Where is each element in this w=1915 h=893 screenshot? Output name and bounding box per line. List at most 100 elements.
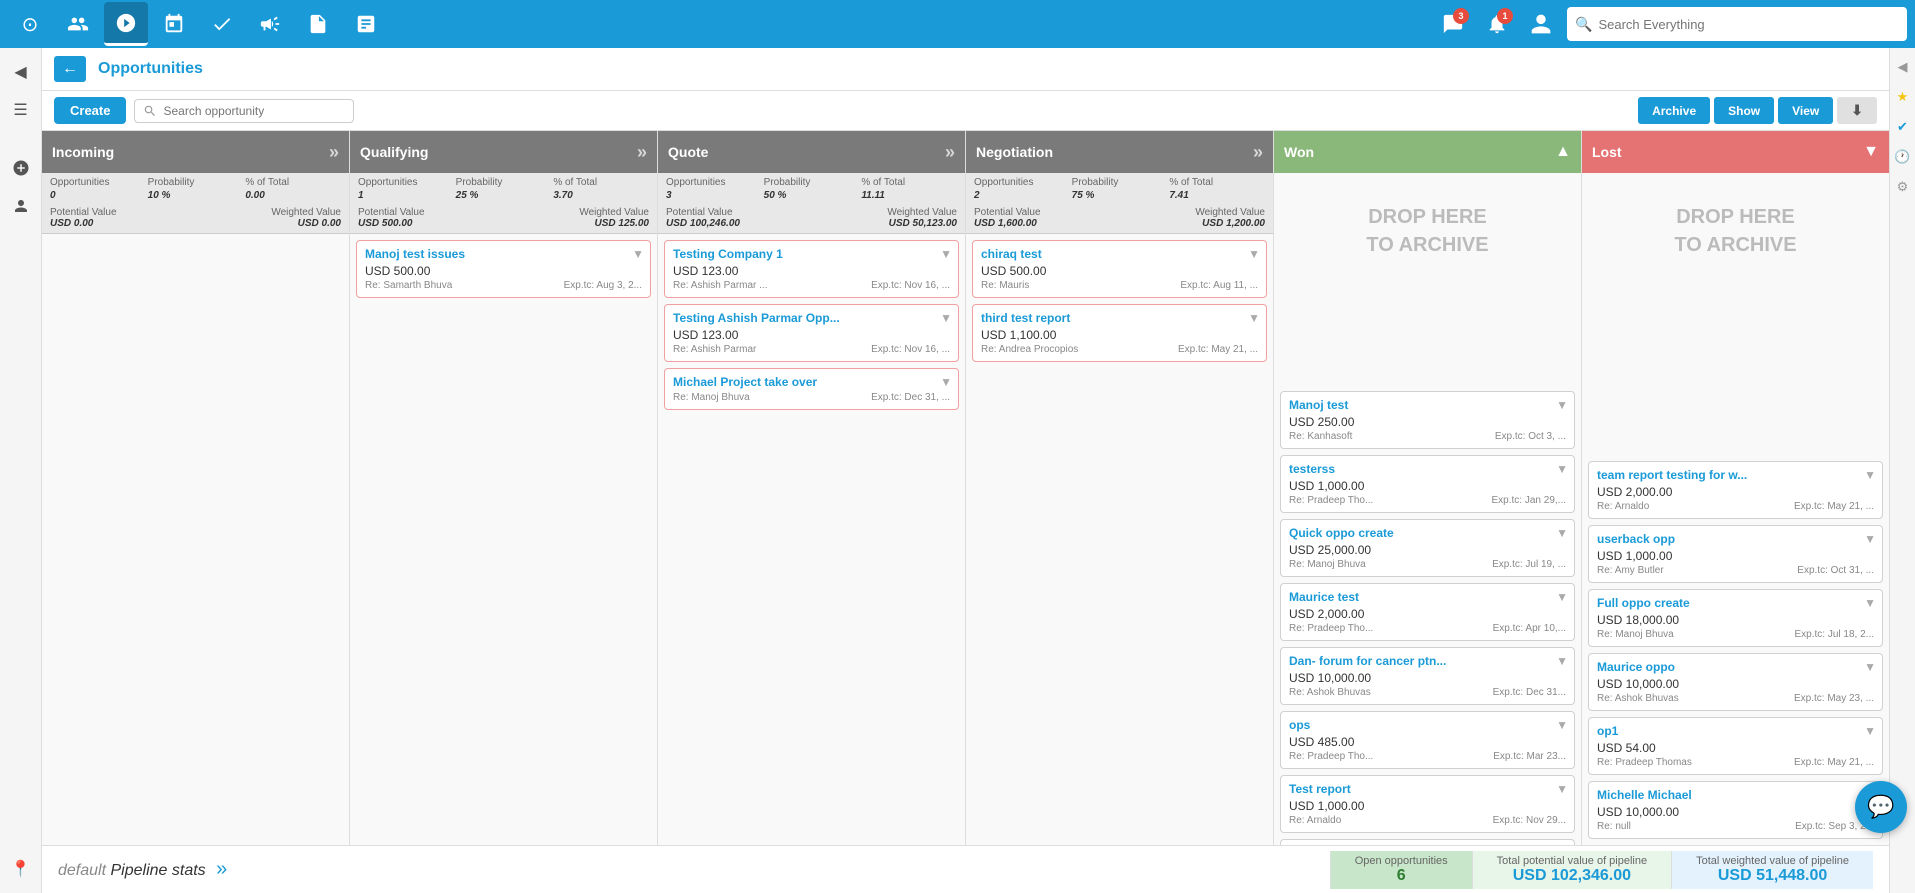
quote-stats: Opportunities Probability % of Total 3 5… — [658, 173, 965, 205]
card-third-test-report[interactable]: third test report USD 1,100.00 Re: Andre… — [972, 304, 1267, 362]
card-michael-project[interactable]: Michael Project take over Re: Manoj Bhuv… — [664, 368, 959, 410]
right-sidebar-clock-icon[interactable]: 🕐 — [1892, 146, 1914, 168]
lost-drop-zone[interactable]: DROP HERETO ARCHIVE — [1582, 173, 1889, 455]
pipeline-arrow-icon: » — [216, 858, 227, 880]
view-button[interactable]: View — [1778, 97, 1833, 124]
user-avatar[interactable] — [1523, 6, 1559, 42]
bell-notification[interactable]: 1 — [1479, 6, 1515, 42]
col-header-qualifying: Qualifying » — [350, 131, 657, 173]
right-sidebar-star-icon[interactable]: ★ — [1892, 86, 1914, 108]
right-sidebar-settings-icon[interactable]: ⚙ — [1892, 176, 1914, 198]
right-sidebar-collapse-icon[interactable]: ◀ — [1892, 56, 1914, 78]
col-header-won: Won ▲ — [1274, 131, 1581, 173]
card-testing-company-1[interactable]: Testing Company 1 USD 123.00 Re: Ashish … — [664, 240, 959, 298]
qualifying-expand-icon[interactable]: » — [637, 142, 647, 163]
total-weighted-stat: Total weighted value of pipeline USD 51,… — [1671, 851, 1873, 889]
card-arrow-icon: ▼ — [632, 247, 644, 261]
tasks-nav-icon[interactable] — [200, 2, 244, 46]
won-cards: Manoj test USD 250.00 Re: Kanhasoft Exp.… — [1274, 385, 1581, 845]
card-arrow-icon: ▼ — [1556, 526, 1568, 540]
back-button[interactable]: ← — [54, 56, 86, 82]
card-op1-won[interactable]: op1 USD 567.00 ▼ — [1280, 839, 1575, 845]
total-potential-stat: Total potential value of pipeline USD 10… — [1472, 851, 1671, 889]
qualifying-cards: Manoj test issues USD 500.00 Re: Samarth… — [350, 234, 657, 845]
right-sidebar: ◀ ★ ✔ 🕐 ⚙ — [1889, 48, 1915, 893]
card-chiraq-test[interactable]: chiraq test USD 500.00 Re: Mauris Exp.tc… — [972, 240, 1267, 298]
col-title-won: Won — [1284, 144, 1314, 160]
qualifying-stats-row2: Potential Value USD 500.00 Weighted Valu… — [350, 205, 657, 234]
card-arrow-icon: ▼ — [1556, 398, 1568, 412]
card-manoj-test[interactable]: Manoj test USD 250.00 Re: Kanhasoft Exp.… — [1280, 391, 1575, 449]
col-title-qualifying: Qualifying — [360, 144, 428, 160]
card-arrow-icon: ▼ — [940, 311, 952, 325]
card-maurice-test[interactable]: Maurice test USD 2,000.00 Re: Pradeep Th… — [1280, 583, 1575, 641]
opportunities-nav-icon[interactable] — [104, 2, 148, 46]
calendar-nav-icon[interactable] — [152, 2, 196, 46]
quote-expand-icon[interactable]: » — [945, 142, 955, 163]
announcements-nav-icon[interactable] — [248, 2, 292, 46]
card-test-report[interactable]: Test report USD 1,000.00 Re: Arnaldo Exp… — [1280, 775, 1575, 833]
col-header-negotiation: Negotiation » — [966, 131, 1273, 173]
card-team-report[interactable]: team report testing for w... USD 2,000.0… — [1588, 461, 1883, 519]
show-button[interactable]: Show — [1714, 97, 1774, 124]
negotiation-expand-icon[interactable]: » — [1253, 142, 1263, 163]
card-arrow-icon: ▼ — [1556, 654, 1568, 668]
create-button[interactable]: Create — [54, 97, 126, 124]
kanban-col-incoming: Incoming » Opportunities Probability % o… — [42, 131, 350, 845]
won-drop-text: DROP HERETO ARCHIVE — [1366, 203, 1488, 259]
card-userback-opp[interactable]: userback opp USD 1,000.00 Re: Amy Butler… — [1588, 525, 1883, 583]
col-title-quote: Quote — [668, 144, 708, 160]
card-michelle-michael[interactable]: Michelle Michael USD 10,000.00 Re: null … — [1588, 781, 1883, 839]
quote-cards: Testing Company 1 USD 123.00 Re: Ashish … — [658, 234, 965, 845]
negotiation-stats: Opportunities Probability % of Total 2 7… — [966, 173, 1273, 205]
card-full-oppo-create[interactable]: Full oppo create USD 18,000.00 Re: Manoj… — [1588, 589, 1883, 647]
reports-nav-icon[interactable] — [344, 2, 388, 46]
card-arrow-icon: ▼ — [1864, 660, 1876, 674]
card-manoj-test-issues[interactable]: Manoj test issues USD 500.00 Re: Samarth… — [356, 240, 651, 298]
sidebar-menu-icon[interactable]: ☰ — [5, 94, 37, 126]
sidebar-back-icon[interactable]: ◀ — [5, 56, 37, 88]
incoming-expand-icon[interactable]: » — [329, 142, 339, 163]
global-search-input[interactable] — [1598, 17, 1899, 32]
won-up-icon[interactable]: ▲ — [1555, 143, 1571, 161]
message-badge: 3 — [1453, 8, 1469, 24]
card-op1-lost[interactable]: op1 USD 54.00 Re: Pradeep Thomas Exp.tc:… — [1588, 717, 1883, 775]
right-sidebar-check-icon[interactable]: ✔ — [1892, 116, 1914, 138]
card-arrow-icon: ▼ — [1248, 247, 1260, 261]
card-arrow-icon: ▼ — [1248, 311, 1260, 325]
kanban-col-won: Won ▲ DROP HERETO ARCHIVE Manoj test USD… — [1274, 131, 1582, 845]
kanban-board: Incoming » Opportunities Probability % o… — [42, 131, 1889, 845]
bottom-bar: default Pipeline stats » Open opportunit… — [42, 845, 1889, 893]
col-title-negotiation: Negotiation — [976, 144, 1053, 160]
opportunity-search-box[interactable] — [134, 99, 354, 123]
col-header-incoming: Incoming » — [42, 131, 349, 173]
arcade-chat-widget[interactable]: 💬 — [1855, 781, 1907, 833]
toolbar: Create Archive Show View ⬇ — [42, 91, 1889, 131]
download-button[interactable]: ⬇ — [1837, 97, 1877, 124]
page-header: ← Opportunities — [42, 48, 1889, 91]
card-testerss[interactable]: testerss USD 1,000.00 Re: Pradeep Tho...… — [1280, 455, 1575, 513]
card-arrow-icon: ▼ — [1864, 724, 1876, 738]
archive-button[interactable]: Archive — [1638, 97, 1710, 124]
card-quick-oppo[interactable]: Quick oppo create USD 25,000.00 Re: Mano… — [1280, 519, 1575, 577]
sidebar-location-icon[interactable]: 📍 — [5, 853, 37, 885]
card-arrow-icon: ▼ — [1556, 782, 1568, 796]
won-drop-zone[interactable]: DROP HERETO ARCHIVE — [1274, 173, 1581, 385]
dashboard-nav-icon[interactable]: ⊙ — [8, 2, 52, 46]
card-arrow-icon: ▼ — [940, 375, 952, 389]
card-dan-forum[interactable]: Dan- forum for cancer ptn... USD 10,000.… — [1280, 647, 1575, 705]
users-nav-icon[interactable] — [56, 2, 100, 46]
sidebar-person-icon[interactable] — [5, 190, 37, 222]
sidebar-add-icon[interactable] — [5, 152, 37, 184]
col-title-incoming: Incoming — [52, 144, 114, 160]
main-content: ← Opportunities Create Archive Show View… — [42, 48, 1889, 893]
messages-notification[interactable]: 3 — [1435, 6, 1471, 42]
card-maurice-oppo[interactable]: Maurice oppo USD 10,000.00 Re: Ashok Bhu… — [1588, 653, 1883, 711]
card-ops[interactable]: ops USD 485.00 Re: Pradeep Tho... Exp.tc… — [1280, 711, 1575, 769]
opportunity-search-input[interactable] — [163, 104, 345, 118]
global-search-box[interactable]: 🔍 — [1567, 7, 1907, 41]
lost-down-icon[interactable]: ▼ — [1863, 143, 1879, 161]
lost-cards: team report testing for w... USD 2,000.0… — [1582, 455, 1889, 845]
card-testing-ashish-parmar[interactable]: Testing Ashish Parmar Opp... USD 123.00 … — [664, 304, 959, 362]
documents-nav-icon[interactable] — [296, 2, 340, 46]
